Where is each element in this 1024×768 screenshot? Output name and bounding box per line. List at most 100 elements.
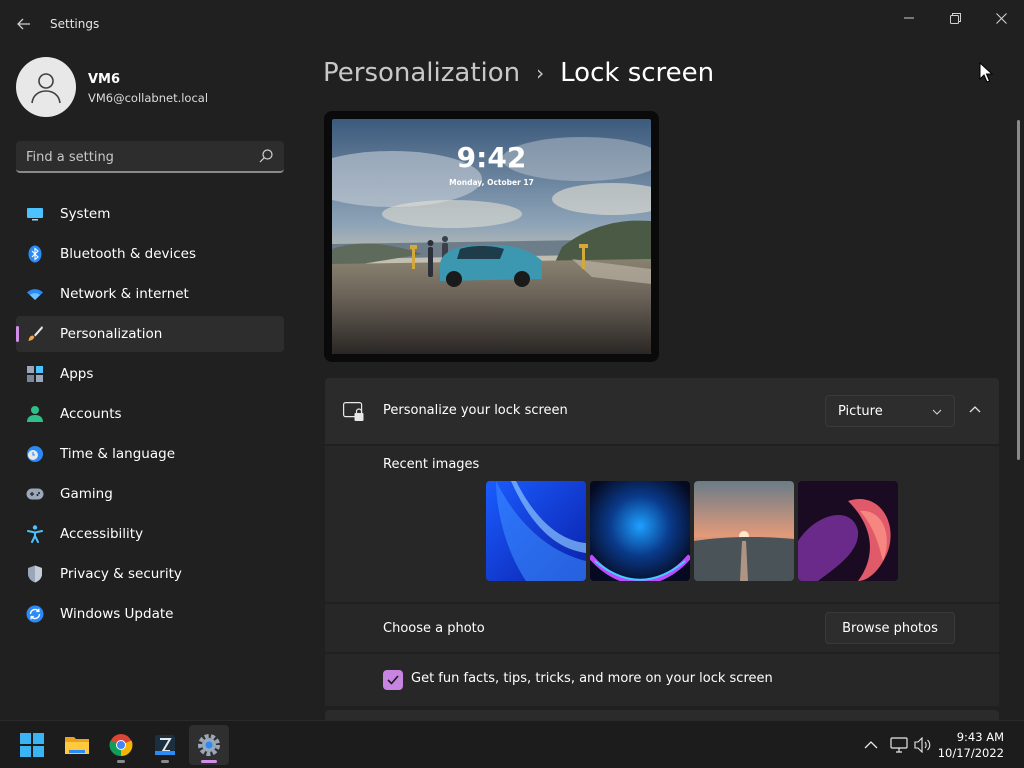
taskbar: 9:43 AM 10/17/2022 [0, 720, 1024, 768]
mouse-cursor-icon [979, 62, 993, 83]
chevron-down-icon [932, 409, 942, 415]
lock-screen-image: 9:42 Monday, October 17 [332, 119, 651, 354]
recent-image-thumbnail[interactable] [590, 481, 690, 581]
sidebar-item-label: Apps [60, 366, 94, 382]
fun-facts-checkbox[interactable] [383, 670, 403, 690]
recent-image-thumbnail[interactable] [694, 481, 794, 581]
lock-screen-preview: 9:42 Monday, October 17 [324, 111, 659, 362]
sidebar-nav: System Bluetooth & devices Network & int… [16, 196, 284, 636]
sidebar-item-system[interactable]: System [16, 196, 284, 232]
brush-icon [26, 325, 44, 343]
running-indicator [161, 760, 169, 763]
sidebar-item-label: Privacy & security [60, 566, 182, 582]
window-title: Settings [50, 17, 100, 31]
sidebar-item-label: Time & language [60, 446, 176, 462]
preview-date: Monday, October 17 [449, 178, 534, 187]
file-explorer-button[interactable] [57, 725, 97, 765]
chevron-up-icon[interactable] [861, 735, 881, 755]
sidebar-item-label: Bluetooth & devices [60, 246, 197, 262]
start-button[interactable] [12, 725, 52, 765]
minimize-icon[interactable] [886, 4, 932, 32]
fun-facts-label: Get fun facts, tips, tricks, and more on… [411, 671, 773, 686]
title-bar: Settings [0, 0, 1024, 48]
chrome-icon [109, 734, 133, 757]
recent-images-label: Recent images [383, 457, 480, 472]
running-indicator [117, 760, 125, 763]
start-icon [20, 733, 44, 757]
recent-images-section: Recent images [325, 446, 999, 602]
bloom-dark-image [590, 481, 690, 581]
person-icon [26, 405, 44, 423]
browse-photos-button[interactable]: Browse photos [825, 612, 955, 644]
breadcrumb: Personalization › Lock screen [323, 58, 714, 88]
sidebar-item-personalization[interactable]: Personalization [16, 316, 284, 352]
personalize-lock-screen-row[interactable]: Personalize your lock screen Picture [325, 378, 999, 444]
clock-time: 9:43 AM [956, 730, 1004, 744]
choose-photo-label: Choose a photo [383, 621, 485, 636]
sidebar-item-gaming[interactable]: Gaming [16, 476, 284, 512]
network-icon[interactable] [889, 735, 909, 755]
person-icon [31, 73, 61, 104]
wifi-icon [26, 285, 44, 303]
shield-icon [26, 565, 44, 583]
bluetooth-icon [26, 245, 44, 263]
sidebar-item-privacy[interactable]: Privacy & security [16, 556, 284, 592]
recent-image-thumbnail[interactable] [486, 481, 586, 581]
accessibility-icon [26, 525, 44, 543]
search-box[interactable] [16, 141, 284, 173]
personalize-lock-screen-label: Personalize your lock screen [383, 403, 568, 418]
sidebar-item-accounts[interactable]: Accounts [16, 396, 284, 432]
sunset-lake-image [694, 481, 794, 581]
avatar[interactable] [16, 57, 76, 117]
scrollbar-thumb[interactable] [1017, 120, 1020, 460]
clock-globe-icon [26, 445, 44, 463]
user-email: VM6@collabnet.local [88, 91, 209, 105]
chevron-right-icon: › [536, 61, 545, 85]
lock-screen-icon [343, 402, 364, 421]
settings-button[interactable] [189, 725, 229, 765]
dropdown-selected-value: Picture [838, 404, 883, 419]
sidebar-item-label: Accessibility [60, 526, 144, 542]
file-explorer-icon [65, 737, 89, 754]
app-icon [155, 735, 175, 755]
fun-facts-row: Get fun facts, tips, tricks, and more on… [325, 654, 999, 706]
sidebar-item-label: System [60, 206, 111, 222]
sidebar-item-time-language[interactable]: Time & language [16, 436, 284, 472]
breadcrumb-parent[interactable]: Personalization [323, 58, 520, 88]
chevron-up-icon[interactable] [965, 399, 985, 419]
sidebar-item-label: Personalization [60, 326, 163, 342]
flow-pink-image [798, 481, 898, 581]
preview-time: 9:42 [456, 141, 527, 174]
chrome-button[interactable] [101, 725, 141, 765]
bloom-blue-image [486, 481, 586, 581]
apps-icon [26, 365, 44, 383]
search-icon[interactable] [258, 148, 274, 164]
sidebar-item-accessibility[interactable]: Accessibility [16, 516, 284, 552]
recent-image-thumbnail[interactable] [798, 481, 898, 581]
user-name: VM6 [88, 72, 121, 87]
sidebar-item-label: Windows Update [60, 606, 174, 622]
search-input[interactable] [26, 147, 246, 167]
settings-icon [198, 734, 220, 756]
sidebar-item-label: Gaming [60, 486, 113, 502]
sidebar-item-label: Accounts [60, 406, 122, 422]
checkmark-icon [387, 675, 399, 685]
choose-photo-row: Choose a photo Browse photos [325, 604, 999, 652]
sidebar-item-bluetooth[interactable]: Bluetooth & devices [16, 236, 284, 272]
monitor-icon [26, 205, 44, 223]
sidebar-item-apps[interactable]: Apps [16, 356, 284, 392]
close-icon[interactable] [978, 4, 1024, 32]
sidebar-item-label: Network & internet [60, 286, 189, 302]
app-button[interactable] [145, 725, 185, 765]
back-arrow-icon[interactable] [12, 12, 36, 36]
active-indicator [201, 760, 217, 763]
restore-icon[interactable] [932, 4, 978, 32]
volume-icon[interactable] [913, 735, 933, 755]
sidebar-item-windows-update[interactable]: Windows Update [16, 596, 284, 632]
page-title: Lock screen [560, 58, 715, 88]
clock-date: 10/17/2022 [937, 746, 1004, 760]
sidebar-item-network[interactable]: Network & internet [16, 276, 284, 312]
gamepad-icon [26, 485, 44, 503]
taskbar-clock[interactable]: 9:43 AM 10/17/2022 [938, 729, 1004, 761]
lock-screen-type-dropdown[interactable]: Picture [825, 395, 955, 427]
